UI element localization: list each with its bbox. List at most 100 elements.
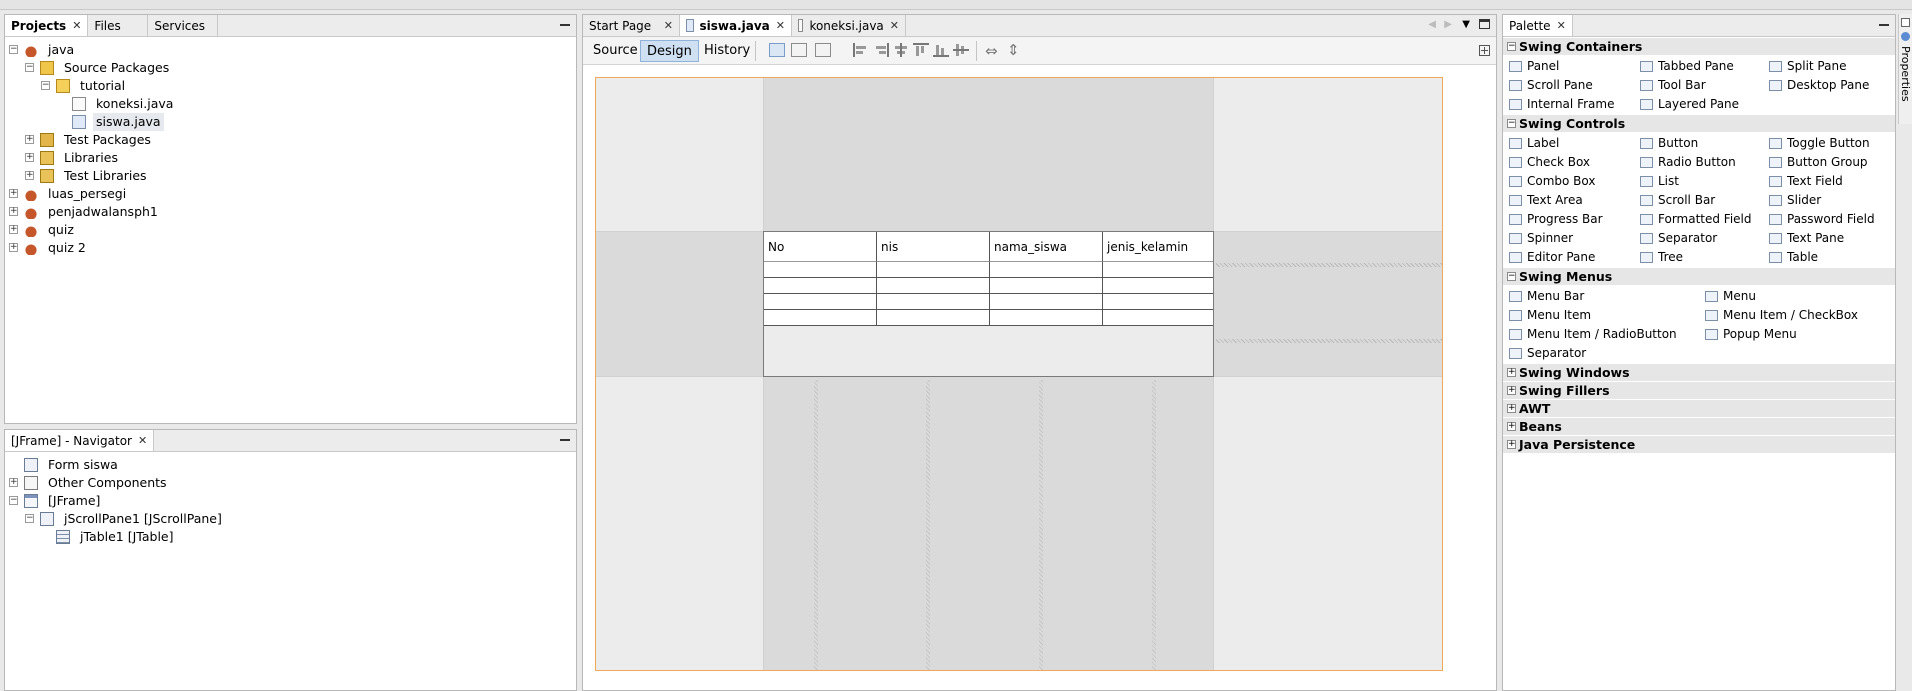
close-icon[interactable]: ✕ [664,19,673,32]
table-cell[interactable] [990,262,1103,278]
tree-node[interactable]: + Other Components [9,474,576,492]
palette-category-swing-containers[interactable]: − Swing Containers [1503,37,1895,55]
minimize-icon[interactable] [560,19,570,29]
collapse-icon[interactable]: − [1507,272,1516,281]
table-cell[interactable] [764,294,877,310]
minimize-icon[interactable] [1879,19,1889,29]
close-icon[interactable]: ✕ [138,434,147,447]
preview-design-icon[interactable] [815,43,831,57]
palette-item-formatted-field[interactable]: Formatted Field [1638,210,1752,229]
palette-item-menu[interactable]: Menu [1703,287,1756,306]
selection-mode-icon[interactable] [769,43,785,57]
expand-icon[interactable]: + [9,207,18,216]
expand-icon[interactable]: + [9,189,18,198]
table-header-cell[interactable]: jenis_kelamin [1103,232,1213,262]
palette-item-check-box[interactable]: Check Box [1507,153,1590,172]
tree-node[interactable]: − java [9,41,576,59]
table-cell[interactable] [877,262,990,278]
tree-node[interactable]: Form siswa [9,456,576,474]
palette-item-tabbed-pane[interactable]: Tabbed Pane [1638,57,1734,76]
connection-mode-icon[interactable] [791,43,807,57]
table-cell[interactable] [764,262,877,278]
align-bottom-icon[interactable] [933,43,949,57]
palette-category-java-persistence[interactable]: + Java Persistence [1503,435,1895,453]
table-cell[interactable] [877,310,990,326]
table-cell[interactable] [764,310,877,326]
center-horizontally-icon[interactable] [893,43,909,57]
palette-item-internal-frame[interactable]: Internal Frame [1507,95,1614,114]
expand-icon[interactable]: + [25,153,34,162]
table-cell[interactable] [877,294,990,310]
expand-icon[interactable]: + [25,135,34,144]
palette-item-text-pane[interactable]: Text Pane [1767,229,1844,248]
tree-node[interactable]: − tutorial [9,77,576,95]
palette-item-separator[interactable]: Separator [1638,229,1717,248]
table-cell[interactable] [1103,278,1213,294]
tree-node[interactable]: + quiz 2 [9,239,576,257]
tab-siswa-java[interactable]: siswa.java ✕ [680,15,792,36]
expand-icon[interactable]: + [1507,440,1516,449]
palette-item-scroll-pane[interactable]: Scroll Pane [1507,76,1593,95]
maximize-window-icon[interactable] [1479,19,1490,29]
table-cell[interactable] [1103,294,1213,310]
palette-category-swing-controls[interactable]: − Swing Controls [1503,114,1895,132]
tree-node[interactable]: + quiz [9,221,576,239]
close-icon[interactable]: ✕ [72,19,81,32]
collapse-icon[interactable]: − [9,496,18,505]
collapse-icon[interactable]: − [1507,119,1516,128]
expand-icon[interactable]: + [25,171,34,180]
jscrollpane1[interactable]: No nis nama_siswa jenis_kelamin [763,231,1214,377]
tab-koneksi-java[interactable]: koneksi.java ✕ [792,15,906,36]
tree-node[interactable]: jTable1 [JTable] [9,528,576,546]
collapse-icon[interactable]: − [9,45,18,54]
table-cell[interactable] [990,294,1103,310]
tree-node[interactable]: + luas_persegi [9,185,576,203]
minimize-icon[interactable] [560,434,570,444]
palette-category-swing-menus[interactable]: − Swing Menus [1503,267,1895,285]
palette-item-tree[interactable]: Tree [1638,248,1683,267]
palette-item-combo-box[interactable]: Combo Box [1507,172,1596,191]
palette-item-menu-item-checkbox[interactable]: Menu Item / CheckBox [1703,306,1858,325]
align-top-icon[interactable] [913,43,929,57]
collapse-icon[interactable]: − [25,63,34,72]
jtable1[interactable]: No nis nama_siswa jenis_kelamin [764,232,1213,326]
palette-category-swing-fillers[interactable]: + Swing Fillers [1503,381,1895,399]
properties-side-tab[interactable]: Properties [1898,14,1912,124]
palette-item-separator[interactable]: Separator [1507,344,1586,363]
tree-node[interactable]: + penjadwalansph1 [9,203,576,221]
expand-toolbar-icon[interactable] [1479,45,1490,56]
palette-item-tool-bar[interactable]: Tool Bar [1638,76,1706,95]
tree-node[interactable]: + Test Libraries [9,167,576,185]
palette-item-table[interactable]: Table [1767,248,1818,267]
tree-node[interactable]: + Libraries [9,149,576,167]
table-cell[interactable] [990,310,1103,326]
expand-icon[interactable]: + [9,478,18,487]
palette-item-button[interactable]: Button [1638,134,1698,153]
tab-palette[interactable]: Palette ✕ [1503,15,1573,36]
palette-item-label[interactable]: Label [1507,134,1559,153]
change-vertical-resizability-icon[interactable]: ⇕ [1007,41,1020,59]
palette-item-button-group[interactable]: Button Group [1767,153,1868,172]
expand-icon[interactable]: + [1507,404,1516,413]
palette-item-list[interactable]: List [1638,172,1679,191]
table-header-cell[interactable]: nama_siswa [990,232,1103,262]
close-icon[interactable]: ✕ [776,19,785,32]
palette-category-beans[interactable]: + Beans [1503,417,1895,435]
history-button[interactable]: History [698,40,756,62]
center-vertically-icon[interactable] [953,43,969,57]
source-button[interactable]: Source [587,40,644,62]
tab-files[interactable]: Files [88,15,149,36]
collapse-icon[interactable]: − [1507,42,1516,51]
palette-item-toggle-button[interactable]: Toggle Button [1767,134,1870,153]
palette-item-split-pane[interactable]: Split Pane [1767,57,1846,76]
close-icon[interactable]: ✕ [890,19,899,32]
table-header-cell[interactable]: No [764,232,877,262]
jframe-form[interactable]: No nis nama_siswa jenis_kelamin [595,77,1443,671]
palette-item-password-field[interactable]: Password Field [1767,210,1875,229]
change-horizontal-resizability-icon[interactable]: ⇔ [985,42,998,60]
design-canvas[interactable]: No nis nama_siswa jenis_kelamin [583,66,1496,690]
scroll-tabs-right-icon[interactable]: ▶ [1444,19,1452,30]
palette-item-slider[interactable]: Slider [1767,191,1821,210]
tree-node[interactable]: koneksi.java [9,95,576,113]
tree-node[interactable]: + Test Packages [9,131,576,149]
